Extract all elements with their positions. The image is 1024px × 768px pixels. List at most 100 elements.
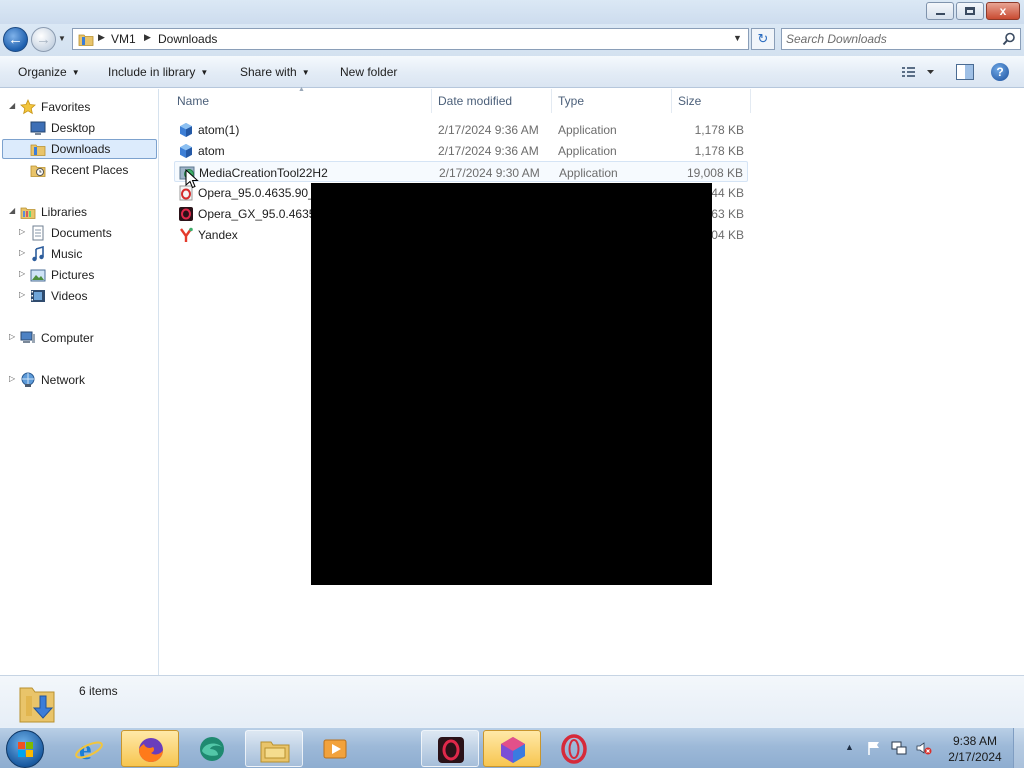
- breadcrumb-separator-icon[interactable]: ▶: [98, 32, 105, 43]
- start-button[interactable]: [6, 730, 44, 768]
- file-name: Yandex: [198, 228, 238, 242]
- search-input[interactable]: [786, 31, 996, 47]
- taskbar-unknown-app[interactable]: [483, 730, 541, 767]
- maximize-button[interactable]: [956, 2, 984, 20]
- minimize-icon: [936, 13, 945, 15]
- new-folder-label: New folder: [340, 65, 398, 79]
- nav-computer-label: Computer: [41, 331, 94, 345]
- edge-icon: [200, 737, 224, 761]
- recent-pages-dropdown[interactable]: ▼: [58, 34, 68, 44]
- taskbar-firefox[interactable]: [121, 730, 179, 767]
- clock-date[interactable]: 2/17/2024: [942, 750, 1008, 764]
- file-name: atom: [198, 144, 225, 158]
- show-desktop-button[interactable]: [1013, 728, 1024, 768]
- clock-time[interactable]: 9:38 AM: [945, 734, 1005, 748]
- taskbar-internet-explorer[interactable]: e: [60, 730, 118, 767]
- action-center-flag-icon[interactable]: [866, 740, 882, 756]
- address-dropdown-icon[interactable]: ▼: [733, 33, 742, 43]
- preview-pane-button[interactable]: [956, 64, 974, 80]
- taskbar-edge[interactable]: [183, 730, 241, 767]
- nav-favorites-label: Favorites: [41, 100, 91, 114]
- taskbar-windows-explorer[interactable]: [245, 730, 303, 767]
- expand-arrow-icon[interactable]: ◢: [9, 206, 15, 215]
- computer-icon: [20, 331, 35, 343]
- nav-recent-places-label: Recent Places: [51, 163, 129, 177]
- breadcrumb-vm1[interactable]: VM1: [111, 32, 136, 46]
- help-button[interactable]: ?: [991, 63, 1009, 81]
- column-header-date-label: Date modified: [438, 94, 513, 108]
- column-header-size[interactable]: Size: [673, 89, 751, 113]
- expand-arrow-icon[interactable]: ▷: [19, 290, 25, 299]
- file-row[interactable]: atom 2/17/2024 9:36 AM Application 1,178…: [174, 140, 748, 161]
- expand-arrow-icon[interactable]: ▷: [9, 374, 15, 383]
- breadcrumb-downloads[interactable]: Downloads: [158, 32, 217, 46]
- navigation-bar: ← → ▼ ▶ VM1 ▶ Downloads ▼ ↻: [0, 24, 1024, 56]
- nav-libraries-label: Libraries: [41, 205, 88, 219]
- file-size: 1,178 KB: [694, 144, 744, 158]
- organize-menu[interactable]: Organize ▼: [18, 65, 80, 79]
- file-name: MediaCreationTool22H2: [199, 166, 328, 180]
- refresh-button[interactable]: ↻: [751, 28, 775, 50]
- expand-arrow-icon[interactable]: ▷: [9, 332, 15, 341]
- nav-videos-label: Videos: [51, 289, 88, 303]
- column-header-size-label: Size: [678, 94, 702, 108]
- file-row[interactable]: atom(1) 2/17/2024 9:36 AM Application 1,…: [174, 119, 748, 140]
- file-type: Application: [559, 166, 618, 180]
- restore-icon: [965, 7, 975, 15]
- atom-cube-icon: [180, 144, 192, 158]
- include-in-library-menu[interactable]: Include in library ▼: [108, 65, 208, 79]
- close-button[interactable]: x: [986, 2, 1020, 20]
- column-header-name[interactable]: Name: [172, 89, 432, 113]
- taskbar-opera[interactable]: [545, 730, 603, 767]
- volume-muted-icon[interactable]: [916, 740, 932, 756]
- chevron-down-icon: ▼: [71, 68, 80, 77]
- expand-arrow-icon[interactable]: ▷: [19, 269, 25, 278]
- close-icon: x: [999, 4, 1007, 18]
- documents-icon: [32, 225, 44, 241]
- help-icon: ?: [996, 65, 1004, 79]
- opera-gx-icon: [438, 737, 464, 763]
- windows-explorer-icon: [260, 741, 290, 763]
- breadcrumb-separator-icon[interactable]: ▶: [144, 32, 151, 43]
- file-row[interactable]: MediaCreationTool22H2 2/17/2024 9:30 AM …: [174, 161, 748, 182]
- file-list: ▲ Name Date modified Type Size atom(1) 2…: [160, 86, 1024, 675]
- new-folder-button[interactable]: New folder: [340, 65, 397, 79]
- item-count: 6 items: [79, 684, 118, 698]
- media-player-icon: [323, 739, 347, 759]
- star-icon: [20, 99, 36, 115]
- search-box[interactable]: [781, 28, 1021, 50]
- file-date: 2/17/2024 9:36 AM: [438, 123, 539, 137]
- taskbar-opera-gx[interactable]: [421, 730, 479, 767]
- black-overlay-window: [311, 183, 712, 585]
- videos-icon: [31, 290, 45, 302]
- expand-arrow-icon[interactable]: ▷: [19, 248, 25, 257]
- show-hidden-icons-icon[interactable]: ▲: [845, 742, 854, 752]
- share-with-menu[interactable]: Share with ▼: [240, 65, 310, 79]
- file-size: 1,178 KB: [694, 123, 744, 137]
- forward-button[interactable]: →: [31, 27, 56, 52]
- taskbar-media-player[interactable]: [306, 730, 364, 767]
- expand-arrow-icon[interactable]: ◢: [9, 101, 15, 110]
- column-header-type[interactable]: Type: [553, 89, 672, 113]
- windows-logo-icon: [18, 742, 33, 757]
- file-type: Application: [558, 123, 617, 137]
- back-button[interactable]: ←: [3, 27, 28, 52]
- back-arrow-icon: ←: [8, 31, 23, 48]
- network-icon: [21, 372, 35, 387]
- address-bar[interactable]: ▶ VM1 ▶ Downloads ▼: [72, 28, 749, 50]
- opera-icon: [561, 734, 587, 764]
- organize-label: Organize: [18, 65, 67, 79]
- file-type: Application: [558, 144, 617, 158]
- libraries-icon: [20, 207, 36, 219]
- column-header-date-modified[interactable]: Date modified: [433, 89, 552, 113]
- folder-icon: [78, 34, 94, 46]
- column-header-name-label: Name: [177, 94, 210, 108]
- expand-arrow-icon[interactable]: ▷: [19, 227, 25, 236]
- network-status-icon[interactable]: [891, 740, 907, 756]
- minimize-button[interactable]: [926, 2, 954, 20]
- change-view-button[interactable]: [900, 64, 940, 80]
- mouse-cursor-icon: [185, 169, 199, 189]
- file-size: 04 KB: [711, 228, 744, 242]
- command-bar: Organize ▼ Include in library ▼ Share with…: [0, 56, 1024, 88]
- column-header-type-label: Type: [558, 94, 585, 108]
